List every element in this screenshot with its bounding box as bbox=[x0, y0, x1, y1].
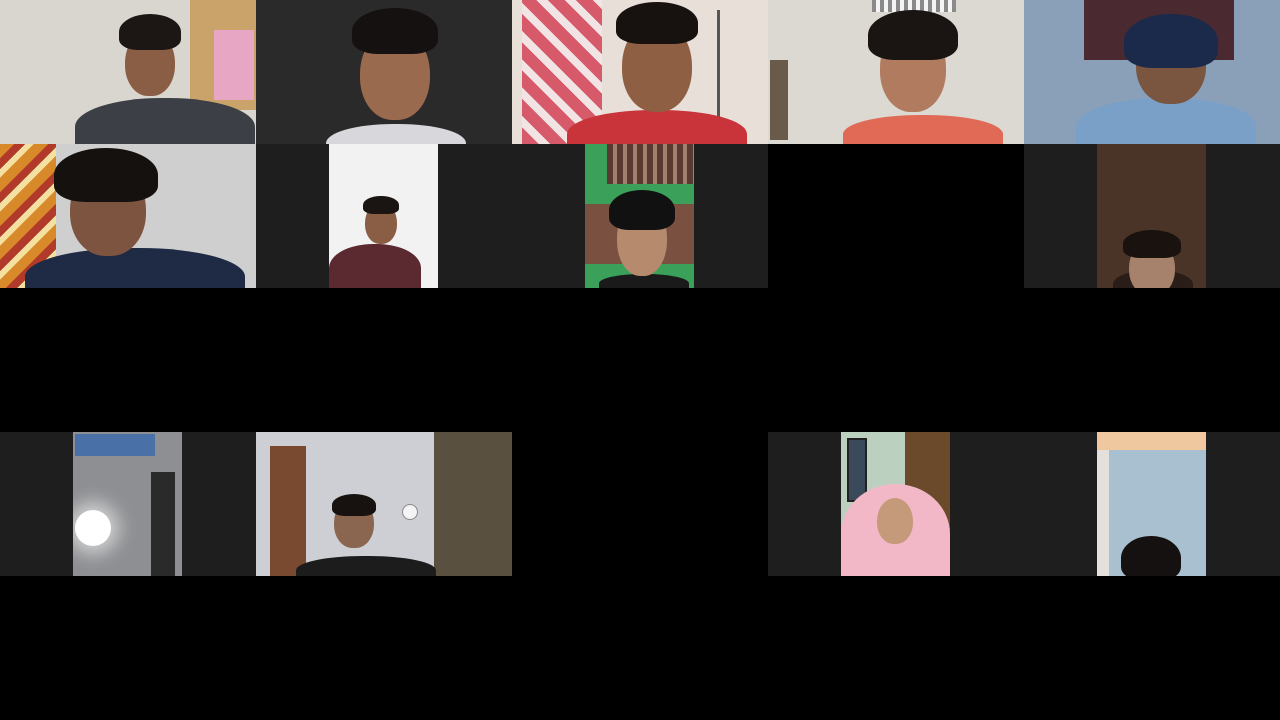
door-frame bbox=[151, 472, 175, 576]
participant-face bbox=[877, 498, 913, 544]
wall-clock bbox=[402, 504, 418, 520]
video-tile-camera-off[interactable] bbox=[768, 576, 1024, 720]
participant-body bbox=[326, 124, 466, 144]
participant-hair bbox=[54, 148, 158, 202]
participant-hair bbox=[363, 196, 399, 214]
video-tile-camera-off[interactable] bbox=[512, 432, 768, 576]
video-tile-camera-off[interactable] bbox=[1024, 576, 1280, 720]
video-tile[interactable] bbox=[512, 144, 768, 288]
participant-body bbox=[1076, 98, 1256, 144]
participant-body bbox=[296, 556, 436, 576]
participant-hair bbox=[868, 10, 958, 60]
participant-body bbox=[843, 115, 1003, 144]
video-tile-camera-off[interactable] bbox=[256, 288, 512, 432]
video-tile[interactable] bbox=[768, 432, 1024, 576]
video-tile-camera-off[interactable] bbox=[1024, 288, 1280, 432]
video-tile[interactable] bbox=[256, 144, 512, 288]
participant-hair bbox=[119, 14, 181, 50]
video-tile[interactable] bbox=[0, 144, 256, 288]
participant-hair bbox=[332, 494, 376, 516]
video-tile[interactable] bbox=[256, 0, 512, 144]
participant-video bbox=[512, 0, 768, 144]
ceiling-lamp bbox=[75, 510, 111, 546]
participant-video bbox=[1097, 432, 1206, 576]
video-tile-camera-off[interactable] bbox=[768, 144, 1024, 288]
participant-hair bbox=[616, 2, 698, 44]
ceiling-light bbox=[1097, 432, 1206, 450]
video-tile[interactable] bbox=[0, 0, 256, 144]
video-tile[interactable] bbox=[256, 432, 512, 576]
video-tile-camera-off[interactable] bbox=[512, 576, 768, 720]
video-tile[interactable] bbox=[1024, 0, 1280, 144]
grid-window bbox=[607, 144, 694, 184]
participant-video bbox=[1024, 0, 1280, 144]
participant-video bbox=[0, 144, 256, 288]
participant-body bbox=[599, 274, 689, 288]
participant-video bbox=[585, 144, 694, 288]
dark-doorway bbox=[434, 432, 512, 576]
participant-body bbox=[75, 98, 255, 144]
participant-video bbox=[1097, 144, 1206, 288]
ac-unit bbox=[75, 434, 155, 456]
participant-hair bbox=[1123, 230, 1181, 258]
participant-hair bbox=[1121, 536, 1181, 576]
participant-video bbox=[256, 432, 512, 576]
video-tile[interactable] bbox=[1024, 432, 1280, 576]
participant-video bbox=[0, 0, 256, 144]
participant-hair bbox=[352, 8, 438, 54]
video-tile-camera-off[interactable] bbox=[512, 288, 768, 432]
shelf-items bbox=[214, 30, 254, 100]
participant-video bbox=[768, 0, 1024, 144]
participant-video bbox=[256, 0, 512, 144]
bag-hanging bbox=[770, 60, 788, 140]
door bbox=[270, 446, 306, 576]
participant-video bbox=[329, 144, 438, 288]
video-tile-camera-off[interactable] bbox=[0, 288, 256, 432]
wall-corner bbox=[1097, 450, 1109, 576]
video-tile[interactable] bbox=[0, 432, 256, 576]
participant-video bbox=[841, 432, 950, 576]
video-tile-camera-off[interactable] bbox=[0, 576, 256, 720]
participant-video bbox=[73, 432, 182, 576]
participant-hair bbox=[609, 190, 675, 230]
video-tile-camera-off[interactable] bbox=[256, 576, 512, 720]
video-tile-camera-off[interactable] bbox=[768, 288, 1024, 432]
video-tile[interactable] bbox=[512, 0, 768, 144]
video-tile[interactable] bbox=[768, 0, 1024, 144]
video-tile[interactable] bbox=[1024, 144, 1280, 288]
headphones bbox=[1124, 14, 1218, 68]
participant-body bbox=[329, 244, 421, 288]
participant-body bbox=[25, 248, 245, 288]
